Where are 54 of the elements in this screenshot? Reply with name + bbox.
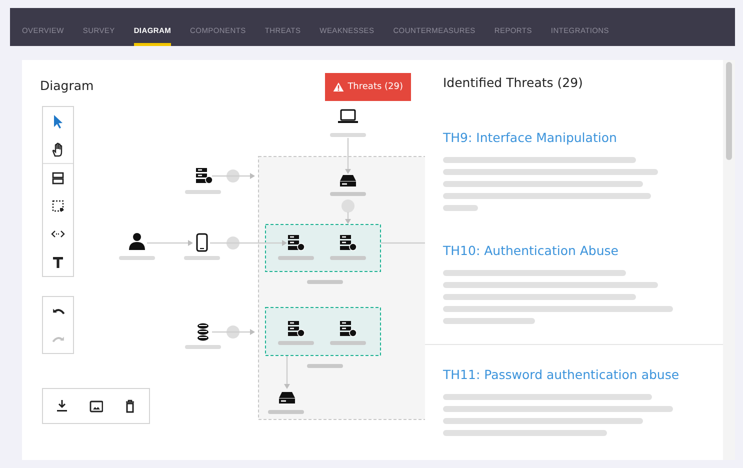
label-placeholder <box>185 190 221 194</box>
label-placeholder <box>268 410 304 414</box>
label-placeholder <box>184 256 220 260</box>
label-placeholder <box>119 256 155 260</box>
placeholder-line <box>443 205 478 211</box>
label-placeholder <box>307 280 343 284</box>
network-device-icon <box>279 392 295 404</box>
label-placeholder <box>278 341 314 345</box>
dashed-selection-icon <box>51 198 65 214</box>
threat-link[interactable]: TH9: Interface Manipulation <box>443 130 723 145</box>
label-placeholder <box>330 341 366 345</box>
pointer-icon <box>51 114 65 128</box>
threat-link[interactable]: TH11: Password authentication abuse <box>443 367 723 382</box>
server-icon <box>196 168 213 184</box>
stack-icon <box>51 170 65 186</box>
undo-icon <box>52 308 64 314</box>
panel-title: Diagram <box>40 78 94 92</box>
image-icon <box>89 398 103 414</box>
trash-icon <box>123 398 137 414</box>
label-placeholder <box>307 364 343 368</box>
connector-dot <box>226 236 240 250</box>
scrollbar[interactable] <box>723 60 735 460</box>
server-icon <box>288 235 305 251</box>
server-icon <box>340 321 357 337</box>
connector-arrow <box>212 173 255 179</box>
label-placeholder <box>330 256 366 260</box>
phone-icon <box>196 233 208 252</box>
label-placeholder <box>278 256 314 260</box>
scrollbar-thumb[interactable] <box>726 62 732 160</box>
connector-arrow <box>345 212 351 224</box>
label-placeholder <box>185 345 221 349</box>
text-tool-icon <box>51 254 65 270</box>
connector-dot <box>342 200 354 212</box>
connector-dot <box>226 326 240 338</box>
connector-arrow <box>345 138 351 174</box>
server-icon <box>340 235 357 251</box>
warning-icon <box>332 82 344 92</box>
laptop-icon <box>338 109 358 123</box>
hand-icon <box>51 142 65 156</box>
threats-button[interactable]: Threats (29) <box>324 73 411 101</box>
label-placeholder <box>330 192 366 196</box>
server-icon <box>288 321 305 337</box>
download-icon <box>55 398 69 414</box>
network-device-icon <box>340 175 356 186</box>
label-placeholder <box>330 133 366 137</box>
threat-link[interactable]: TH10: Authentication Abuse <box>443 243 723 258</box>
redo-icon <box>52 336 64 342</box>
connector-arrow <box>284 356 290 389</box>
person-icon <box>129 233 145 250</box>
connector-arrow <box>147 240 193 246</box>
database-icon <box>198 323 208 341</box>
panel-title: Identified Threats (29) <box>443 74 584 92</box>
connector-arrow <box>212 329 255 335</box>
connector-dot <box>226 170 240 182</box>
